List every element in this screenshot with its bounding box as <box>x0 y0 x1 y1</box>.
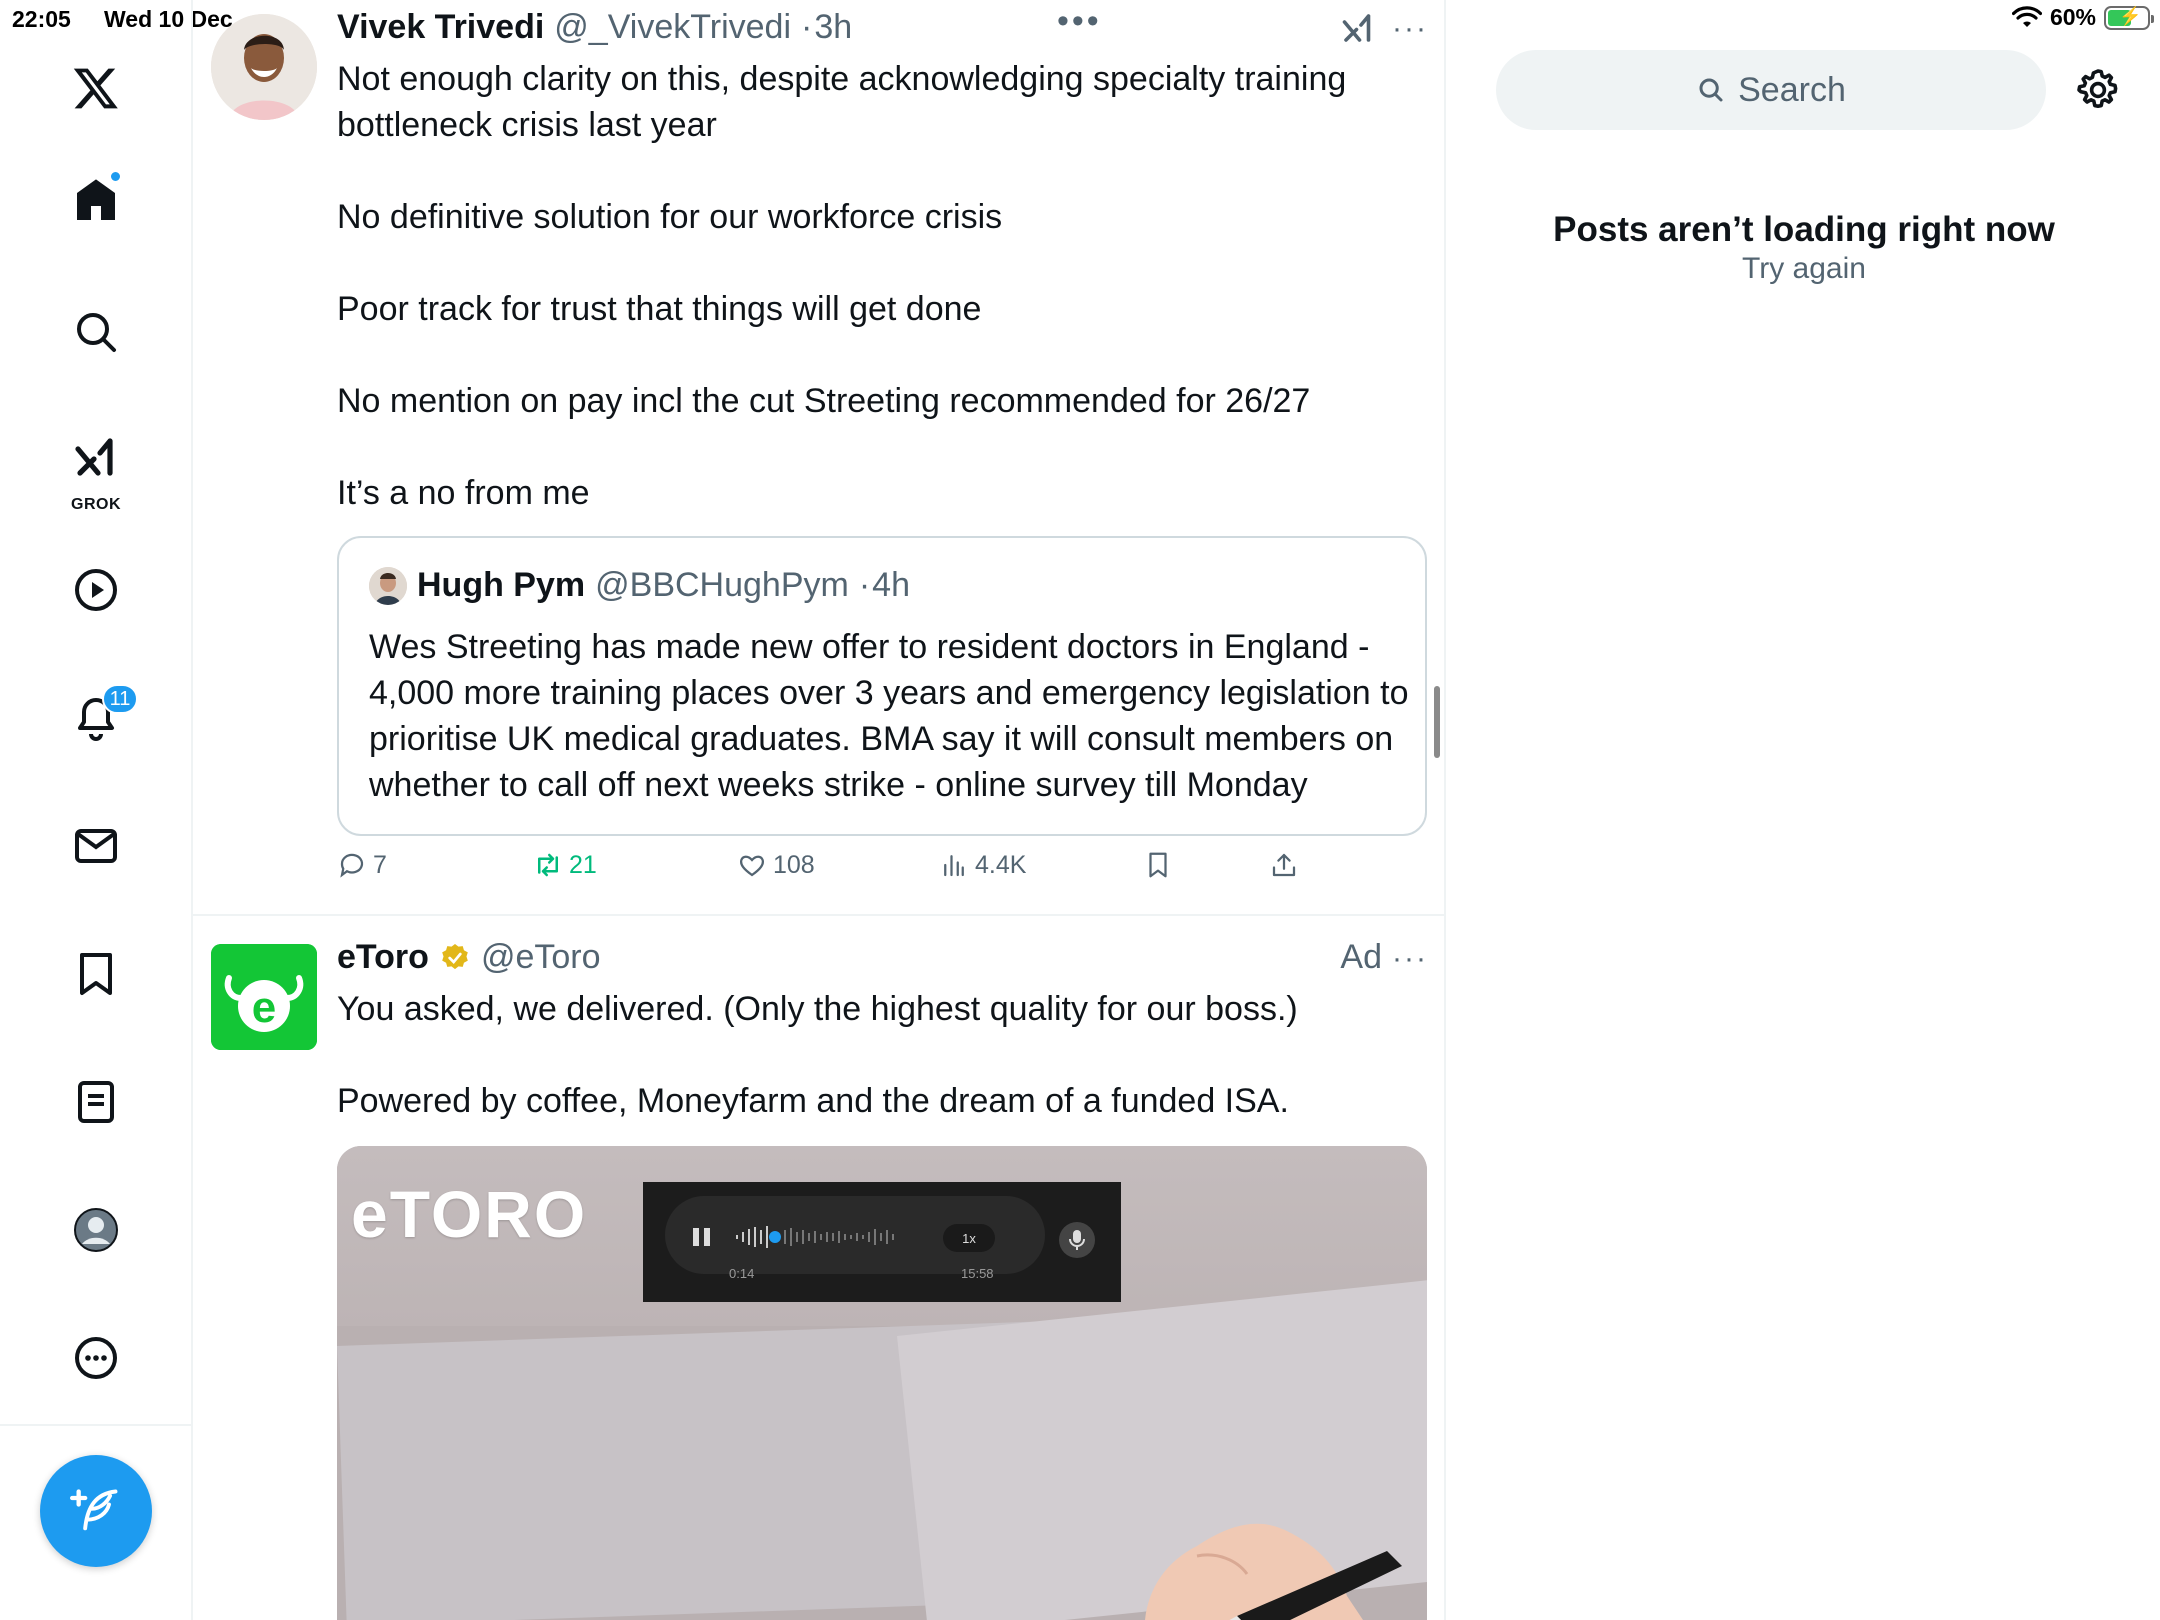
mic-icon <box>1059 1222 1095 1258</box>
x-logo-icon[interactable] <box>56 48 136 128</box>
voice-note-player: 1x 0:14 15:58 <box>643 1182 1121 1302</box>
post-text-line: You asked, we delivered. (Only the highe… <box>337 990 1298 1028</box>
notification-badge: 11 <box>102 684 138 714</box>
ad-label: Ad <box>1340 938 1382 976</box>
lists-icon[interactable] <box>56 1062 136 1142</box>
etoro-avatar[interactable]: e <box>211 944 317 1050</box>
home-icon[interactable] <box>56 160 136 240</box>
scrollbar[interactable] <box>1434 686 1440 758</box>
ad-video[interactable]: eTORO 1x 0:14 15:58 <box>337 1146 1427 1620</box>
left-nav: GROK 11 <box>0 0 193 1620</box>
search-placeholder: Search <box>1738 70 1846 109</box>
profile-icon[interactable] <box>56 1190 136 1270</box>
search-icon[interactable] <box>56 292 136 372</box>
waveform-icon <box>736 1226 894 1248</box>
pause-icon <box>693 1228 713 1246</box>
verified-badge-icon <box>442 943 468 969</box>
grok-label: GROK <box>71 496 121 513</box>
compose-button[interactable] <box>40 1455 152 1567</box>
post-text-line: Powered by coffee, Moneyfarm and the dre… <box>337 1082 1289 1120</box>
post-etoro-ad[interactable]: e eToro @eToro Ad ··· You asked, we deli… <box>193 0 1444 1620</box>
feather-plus-icon <box>70 1489 118 1531</box>
svg-text:e: e <box>252 983 276 1032</box>
grok-icon[interactable]: GROK <box>56 420 136 516</box>
etoro-watermark: eTORO <box>351 1177 588 1251</box>
timeline: ••• Vivek Trivedi @_VivekTrivedi · 3h ··… <box>193 0 1446 1620</box>
author-handle[interactable]: @eToro <box>481 938 601 977</box>
home-unread-dot <box>109 170 122 183</box>
hand-with-marker <box>1145 1523 1402 1620</box>
gear-icon[interactable] <box>2074 66 2122 114</box>
post-body: You asked, we delivered. (Only the highe… <box>337 986 1397 1124</box>
notifications-icon[interactable]: 11 <box>56 678 138 758</box>
messages-icon[interactable] <box>56 806 136 886</box>
right-sidebar: Search Posts aren’t loading right now Tr… <box>1448 0 2160 1620</box>
video-icon[interactable] <box>56 550 136 630</box>
more-icon[interactable] <box>56 1318 136 1398</box>
nav-divider <box>0 1424 193 1426</box>
elapsed-time: 0:14 <box>729 1266 755 1281</box>
error-title: Posts aren’t loading right now <box>1553 210 2055 249</box>
author-name[interactable]: eToro <box>337 938 429 977</box>
playback-speed: 1x <box>943 1224 995 1252</box>
bookmarks-icon[interactable] <box>56 934 136 1014</box>
try-again-link[interactable]: Try again <box>1448 252 2160 286</box>
search-input[interactable]: Search <box>1496 50 2046 130</box>
total-time: 15:58 <box>961 1266 994 1281</box>
search-icon <box>1699 78 1723 102</box>
post-more-icon[interactable]: ··· <box>1392 942 1428 976</box>
